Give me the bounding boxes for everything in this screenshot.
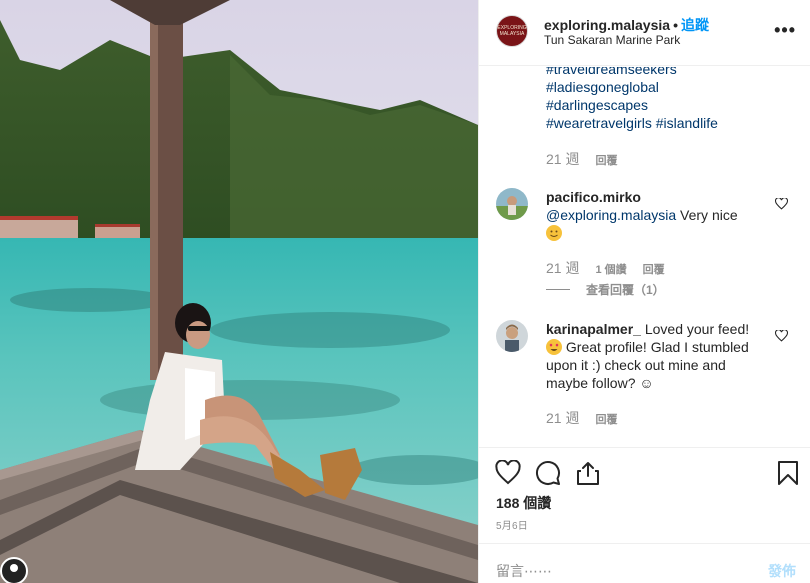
commenter-avatar-image <box>496 320 528 352</box>
post-photo[interactable] <box>0 0 478 583</box>
likes-count[interactable]: 188 個讚 <box>496 493 551 513</box>
author-line: exploring.malaysia • 追蹤 <box>544 15 709 35</box>
bookmark-icon[interactable] <box>775 460 801 486</box>
post-actions: 188 個讚 5月6日 <box>479 447 810 543</box>
comment-time[interactable]: 21 週 <box>546 258 579 278</box>
comment-reply-button[interactable]: 回覆 <box>595 411 617 427</box>
comment-username[interactable]: pacifico.mirko <box>546 189 641 205</box>
commenter-avatar[interactable] <box>496 320 528 352</box>
comment-reply-button[interactable]: 回覆 <box>643 261 665 277</box>
view-replies-line <box>546 289 570 290</box>
comment-body: karinapalmer_ Loved your feed! Great pro… <box>546 320 768 392</box>
heart-icon[interactable] <box>495 460 521 486</box>
comment-text-continued: Great profile! Glad I stumbled upon it :… <box>546 339 749 391</box>
caption-reply-button[interactable]: 回覆 <box>595 152 617 168</box>
hashtag-link[interactable]: #traveldreamseekers <box>546 67 718 78</box>
author-avatar-text: EXPLORING MALAYSIA <box>497 25 527 37</box>
post-location[interactable]: Tun Sakaran Marine Park <box>544 33 680 47</box>
comment-likes[interactable]: 1 個讚 <box>595 261 626 277</box>
more-options-icon[interactable]: ••• <box>774 20 796 41</box>
post-side-panel: EXPLORING MALAYSIA exploring.malaysia • 追蹤… <box>478 0 810 583</box>
commenter-avatar[interactable] <box>496 188 528 220</box>
like-comment-heart-icon[interactable] <box>775 330 788 342</box>
view-replies-label: 查看回覆（1） <box>586 283 665 297</box>
comment-text: Loved your feed! <box>640 321 750 337</box>
view-replies-button[interactable]: 查看回覆（1） <box>546 281 665 298</box>
photo-illustration <box>0 0 478 583</box>
heart-eyes-face-icon <box>546 339 562 355</box>
comment-meta: 21 週 1 個讚 回覆 <box>546 258 665 278</box>
comment-mention[interactable]: @exploring.malaysia <box>546 207 676 223</box>
caption-meta: 21 週 回覆 <box>546 149 617 169</box>
post-header: EXPLORING MALAYSIA exploring.malaysia • 追蹤… <box>479 0 810 66</box>
comment-time[interactable]: 21 週 <box>546 408 579 428</box>
comment-username[interactable]: karinapalmer_ <box>546 321 641 337</box>
comment-text: Very nice <box>676 207 738 223</box>
share-icon[interactable] <box>575 460 601 486</box>
comment-body: pacifico.mirko @exploring.malaysia Very … <box>546 188 768 242</box>
hashtag-link[interactable]: #wearetravelgirls #islandlife <box>546 114 718 132</box>
caption-hashtags: #traveldreamseekers #ladiesgoneglobal #d… <box>546 67 718 132</box>
comment-icon[interactable] <box>535 460 561 486</box>
follow-button[interactable]: 追蹤 <box>681 17 709 33</box>
slightly-smiling-face-icon <box>546 225 562 241</box>
author-username[interactable]: exploring.malaysia <box>544 17 670 33</box>
hashtag-link[interactable]: #ladiesgoneglobal <box>546 78 718 96</box>
like-comment-heart-icon[interactable] <box>775 198 788 210</box>
comment-input[interactable]: 留言⋯⋯ <box>496 561 552 581</box>
post-date[interactable]: 5月6日 <box>496 517 528 532</box>
author-avatar[interactable]: EXPLORING MALAYSIA <box>496 15 528 47</box>
add-comment-bar: 留言⋯⋯ 發佈 <box>479 543 810 583</box>
commenter-avatar-image <box>496 188 528 220</box>
tagged-user-icon[interactable] <box>0 557 28 583</box>
caption-time[interactable]: 21 週 <box>546 149 579 169</box>
comment-meta: 21 週 回覆 <box>546 408 617 428</box>
separator-dot: • <box>673 17 678 33</box>
post-comment-button[interactable]: 發佈 <box>768 561 796 581</box>
hashtag-link[interactable]: #darlingescapes <box>546 96 718 114</box>
comments-list[interactable]: #traveldreamseekers #ladiesgoneglobal #d… <box>479 67 810 447</box>
